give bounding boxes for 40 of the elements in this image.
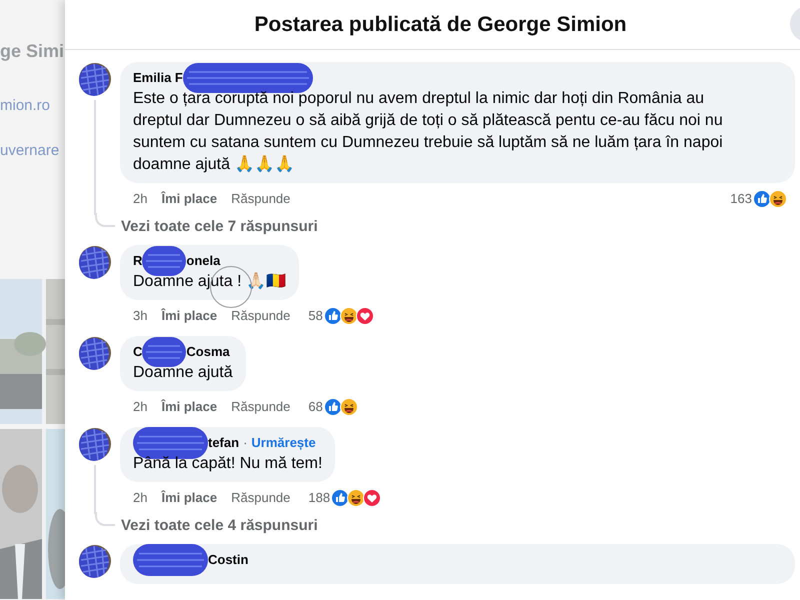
- comment-text: Doamne ajuta ! 🙏🏻🇷🇴: [133, 271, 286, 293]
- author-name[interactable]: C: [133, 342, 142, 362]
- comment-time[interactable]: 2h: [133, 397, 148, 417]
- comment-text: Până la capăt! Nu mă tem!: [133, 454, 322, 474]
- reply-link[interactable]: Răspunde: [231, 488, 290, 508]
- redacted-avatar[interactable]: [78, 544, 112, 578]
- redacted-avatar[interactable]: [78, 336, 112, 370]
- view-replies-link[interactable]: Vezi toate cele 7 răspunsuri: [121, 216, 318, 238]
- reaction-count[interactable]: 163: [730, 189, 752, 209]
- reaction-count[interactable]: 58: [308, 306, 323, 326]
- author-name[interactable]: Cosma: [186, 342, 230, 362]
- like-link[interactable]: Îmi place: [161, 306, 218, 326]
- like-link[interactable]: Îmi place: [161, 488, 218, 508]
- comment-time[interactable]: 3h: [133, 306, 148, 326]
- reaction-count[interactable]: 68: [308, 397, 323, 417]
- like-link[interactable]: Îmi place: [161, 397, 218, 417]
- redaction-scribble: [142, 337, 186, 367]
- reaction-count[interactable]: 188: [308, 488, 330, 508]
- redacted-avatar[interactable]: [78, 427, 112, 461]
- reply-link[interactable]: Răspunde: [231, 189, 290, 209]
- follow-link[interactable]: Urmărește: [251, 433, 316, 453]
- author-name[interactable]: R: [133, 251, 142, 271]
- comment-time[interactable]: 2h: [133, 488, 148, 508]
- comment-text: Doamne ajută: [133, 363, 233, 383]
- comment-time[interactable]: 2h: [133, 189, 148, 209]
- redacted-avatar[interactable]: [78, 245, 112, 279]
- page-name: ge Simi: [0, 40, 65, 63]
- author-name[interactable]: Emilia F: [133, 68, 183, 88]
- comment-text: Este o țara coruptă noi poporul nu avem dreptul la nimic dar hoți din România au dreptul dar Dumnezeu o să aibă grijă de toți o să plătească pentu ce-au făcu noi nu suntem cu satana suntem cu Dumnezeu trebuie să luptăm să ne luăm țara în napoi doamne ajută 🙏🙏🙏: [133, 89, 724, 175]
- like-link[interactable]: Îmi place: [161, 189, 218, 209]
- author-name[interactable]: Costin: [208, 550, 248, 570]
- author-name[interactable]: onela: [186, 251, 220, 271]
- reply-link[interactable]: Răspunde: [231, 306, 290, 326]
- view-replies-link[interactable]: Vezi toate cele 4 răspunsuri: [121, 514, 318, 538]
- separator-dot: ·: [243, 434, 248, 452]
- redacted-avatar[interactable]: [78, 62, 112, 96]
- redaction-scribble: [142, 246, 186, 276]
- dialog-title: Postarea publicată de George Simion: [253, 12, 628, 38]
- reply-link[interactable]: Răspunde: [231, 397, 290, 417]
- author-name[interactable]: tefan: [208, 433, 240, 453]
